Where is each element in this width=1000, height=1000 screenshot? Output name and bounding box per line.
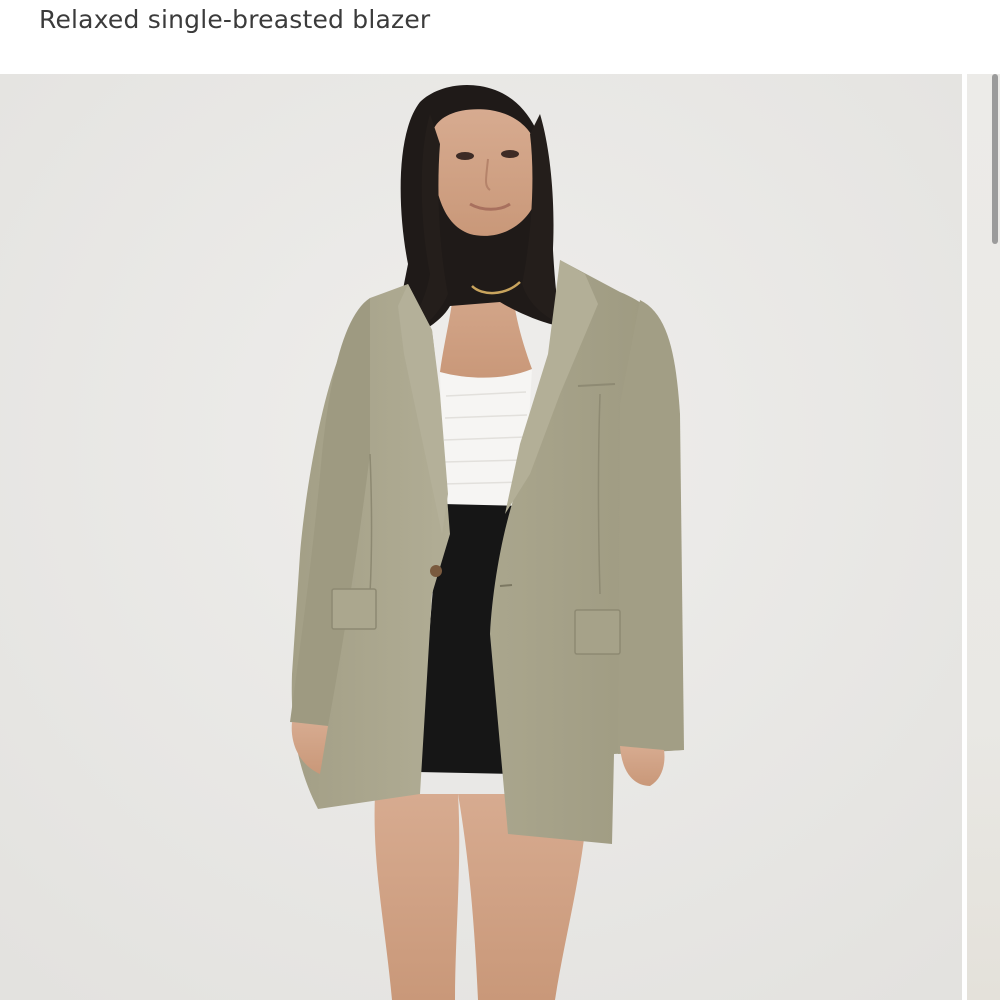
product-title: Relaxed single-breasted blazer (39, 5, 431, 34)
model-photo-illustration (0, 74, 962, 1000)
product-header: Relaxed single-breasted blazer (0, 0, 1000, 74)
image-carousel[interactable] (0, 74, 1000, 1000)
scrollbar-thumb[interactable] (992, 74, 998, 244)
main-product-image[interactable] (0, 74, 962, 1000)
